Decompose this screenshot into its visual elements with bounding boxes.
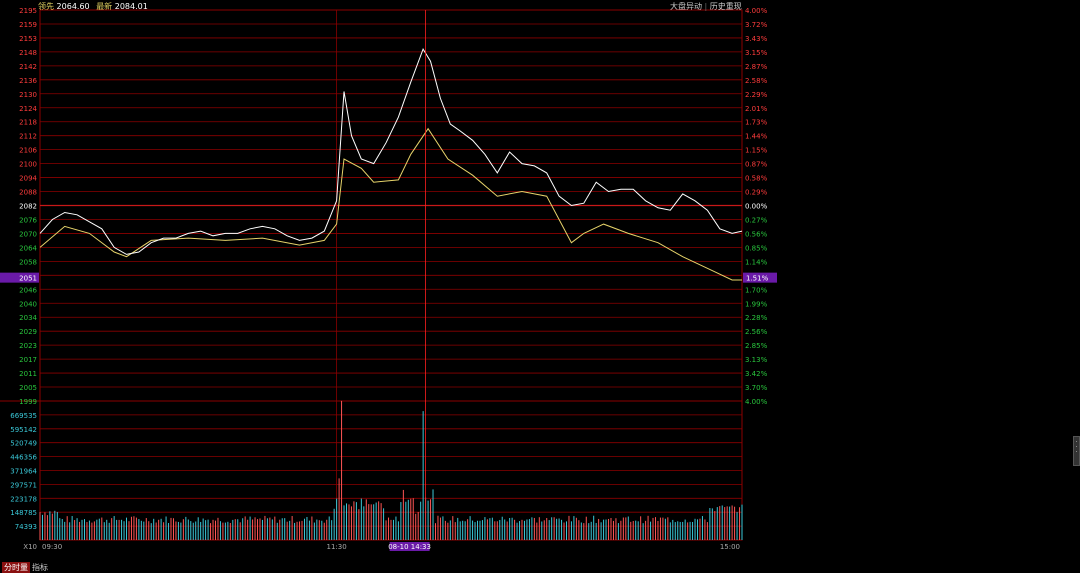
pct-tick-label: 2.29% <box>745 91 768 99</box>
pct-tick-label: 3.72% <box>745 21 768 29</box>
y-tick-label: 2005 <box>19 384 37 392</box>
pct-tick-label: 2.01% <box>745 105 768 113</box>
pct-tick-label: 2.58% <box>745 77 768 85</box>
y-tick-label: 2082 <box>19 203 37 211</box>
pct-tick-label: 0.87% <box>745 161 768 169</box>
y-tick-label: 1999 <box>19 398 37 406</box>
volume-tick-label: 520749 <box>10 440 37 448</box>
pct-tick-label: 1.70% <box>745 286 768 294</box>
volume-tick-label: 297571 <box>10 481 37 489</box>
volume-unit-label: X10 <box>23 543 37 551</box>
pct-marker-label: 1.51% <box>746 275 769 283</box>
time-axis-label: 11:30 <box>327 543 347 551</box>
y-tick-label: 2153 <box>19 35 37 43</box>
y-tick-label: 2064 <box>19 244 37 252</box>
pct-tick-label: 3.70% <box>745 384 768 392</box>
y-tick-label: 2124 <box>19 105 37 113</box>
leading-label: 领先 <box>38 2 54 11</box>
pct-tick-label: 0.85% <box>745 244 768 252</box>
header-links: 大盘异动 | 历史重现 <box>670 2 742 11</box>
tab-indicator[interactable]: 指标 <box>30 562 50 573</box>
y-tick-label: 2034 <box>19 314 37 322</box>
pct-tick-label: 1.73% <box>745 119 768 127</box>
pct-tick-label: 0.00% <box>745 203 768 211</box>
pct-tick-label: 1.15% <box>745 147 768 155</box>
leading-value: 2064.60 <box>56 2 90 11</box>
y-tick-label: 2112 <box>19 133 37 141</box>
y-tick-label: 2094 <box>19 175 37 183</box>
y-tick-label: 2142 <box>19 63 37 71</box>
pct-tick-label: 0.58% <box>745 175 768 183</box>
y-tick-label: 2106 <box>19 147 37 155</box>
tab-timeshare-volume[interactable]: 分时量 <box>2 562 30 573</box>
y-tick-label: 2118 <box>19 119 37 127</box>
pct-tick-label: 1.99% <box>745 300 768 308</box>
y-tick-label: 2100 <box>19 161 37 169</box>
latest-label: 最新 <box>96 2 113 11</box>
y-tick-label: 2011 <box>19 370 37 378</box>
history-replay-link[interactable]: 历史重现 <box>710 2 742 11</box>
time-axis-label: 09:30 <box>42 543 62 551</box>
y-tick-label: 2195 <box>19 7 37 15</box>
y-tick-label: 2017 <box>19 356 37 364</box>
y-tick-label: 2130 <box>19 91 37 99</box>
y-tick-label: 2046 <box>19 286 37 294</box>
price-marker-label: 2051 <box>19 275 37 283</box>
latest-value: 2084.01 <box>114 2 148 11</box>
pct-tick-label: 3.15% <box>745 49 768 57</box>
pct-tick-label: 1.14% <box>745 258 768 266</box>
y-tick-label: 2159 <box>19 21 37 29</box>
average-price-line <box>39 127 742 281</box>
leading-indicator: 领先 2064.60 最新 2084.01 <box>38 1 148 12</box>
pct-tick-label: 0.27% <box>745 216 768 224</box>
pct-tick-label: 4.00% <box>745 398 768 406</box>
pct-tick-label: 3.42% <box>745 370 768 378</box>
volume-tick-label: 371964 <box>10 468 37 476</box>
y-tick-label: 2040 <box>19 300 37 308</box>
pct-tick-label: 0.29% <box>745 189 768 197</box>
pct-tick-label: 2.85% <box>745 342 768 350</box>
pct-tick-label: 3.43% <box>745 35 768 43</box>
y-tick-label: 2148 <box>19 49 37 57</box>
y-tick-label: 2076 <box>19 216 37 224</box>
pct-tick-label: 4.00% <box>745 7 768 15</box>
cursor-time-label: 08-10 14:33 <box>388 543 431 551</box>
volume-tick-label: 148785 <box>10 509 37 517</box>
volume-tick-label: 446356 <box>10 454 37 462</box>
scrollbar-handle[interactable] <box>1073 436 1080 466</box>
y-tick-label: 2070 <box>19 230 37 238</box>
volume-tick-label: 74393 <box>15 523 37 531</box>
pct-tick-label: 2.56% <box>745 328 768 336</box>
y-tick-label: 2136 <box>19 77 37 85</box>
timeshare-chart: 2195 4.00% 2159 3.72% 2153 3.43% 2148 3.15% 2142… <box>0 7 777 551</box>
volume-tick-label: 595142 <box>10 426 37 434</box>
y-tick-label: 2029 <box>19 328 37 336</box>
y-tick-label: 2023 <box>19 342 37 350</box>
pct-tick-label: 2.87% <box>745 63 768 71</box>
pct-tick-label: 3.13% <box>745 356 768 364</box>
pct-tick-label: 2.28% <box>745 314 768 322</box>
volume-tick-label: 223178 <box>10 495 37 503</box>
y-tick-label: 2088 <box>19 189 37 197</box>
y-tick-label: 2058 <box>19 258 37 266</box>
time-axis-label: 15:00 <box>720 543 740 551</box>
pct-tick-label: 1.44% <box>745 133 768 141</box>
volume-tick-label: 669535 <box>10 412 37 420</box>
market-anomaly-link[interactable]: 大盘异动 <box>670 2 702 11</box>
pct-tick-label: 0.56% <box>745 230 768 238</box>
